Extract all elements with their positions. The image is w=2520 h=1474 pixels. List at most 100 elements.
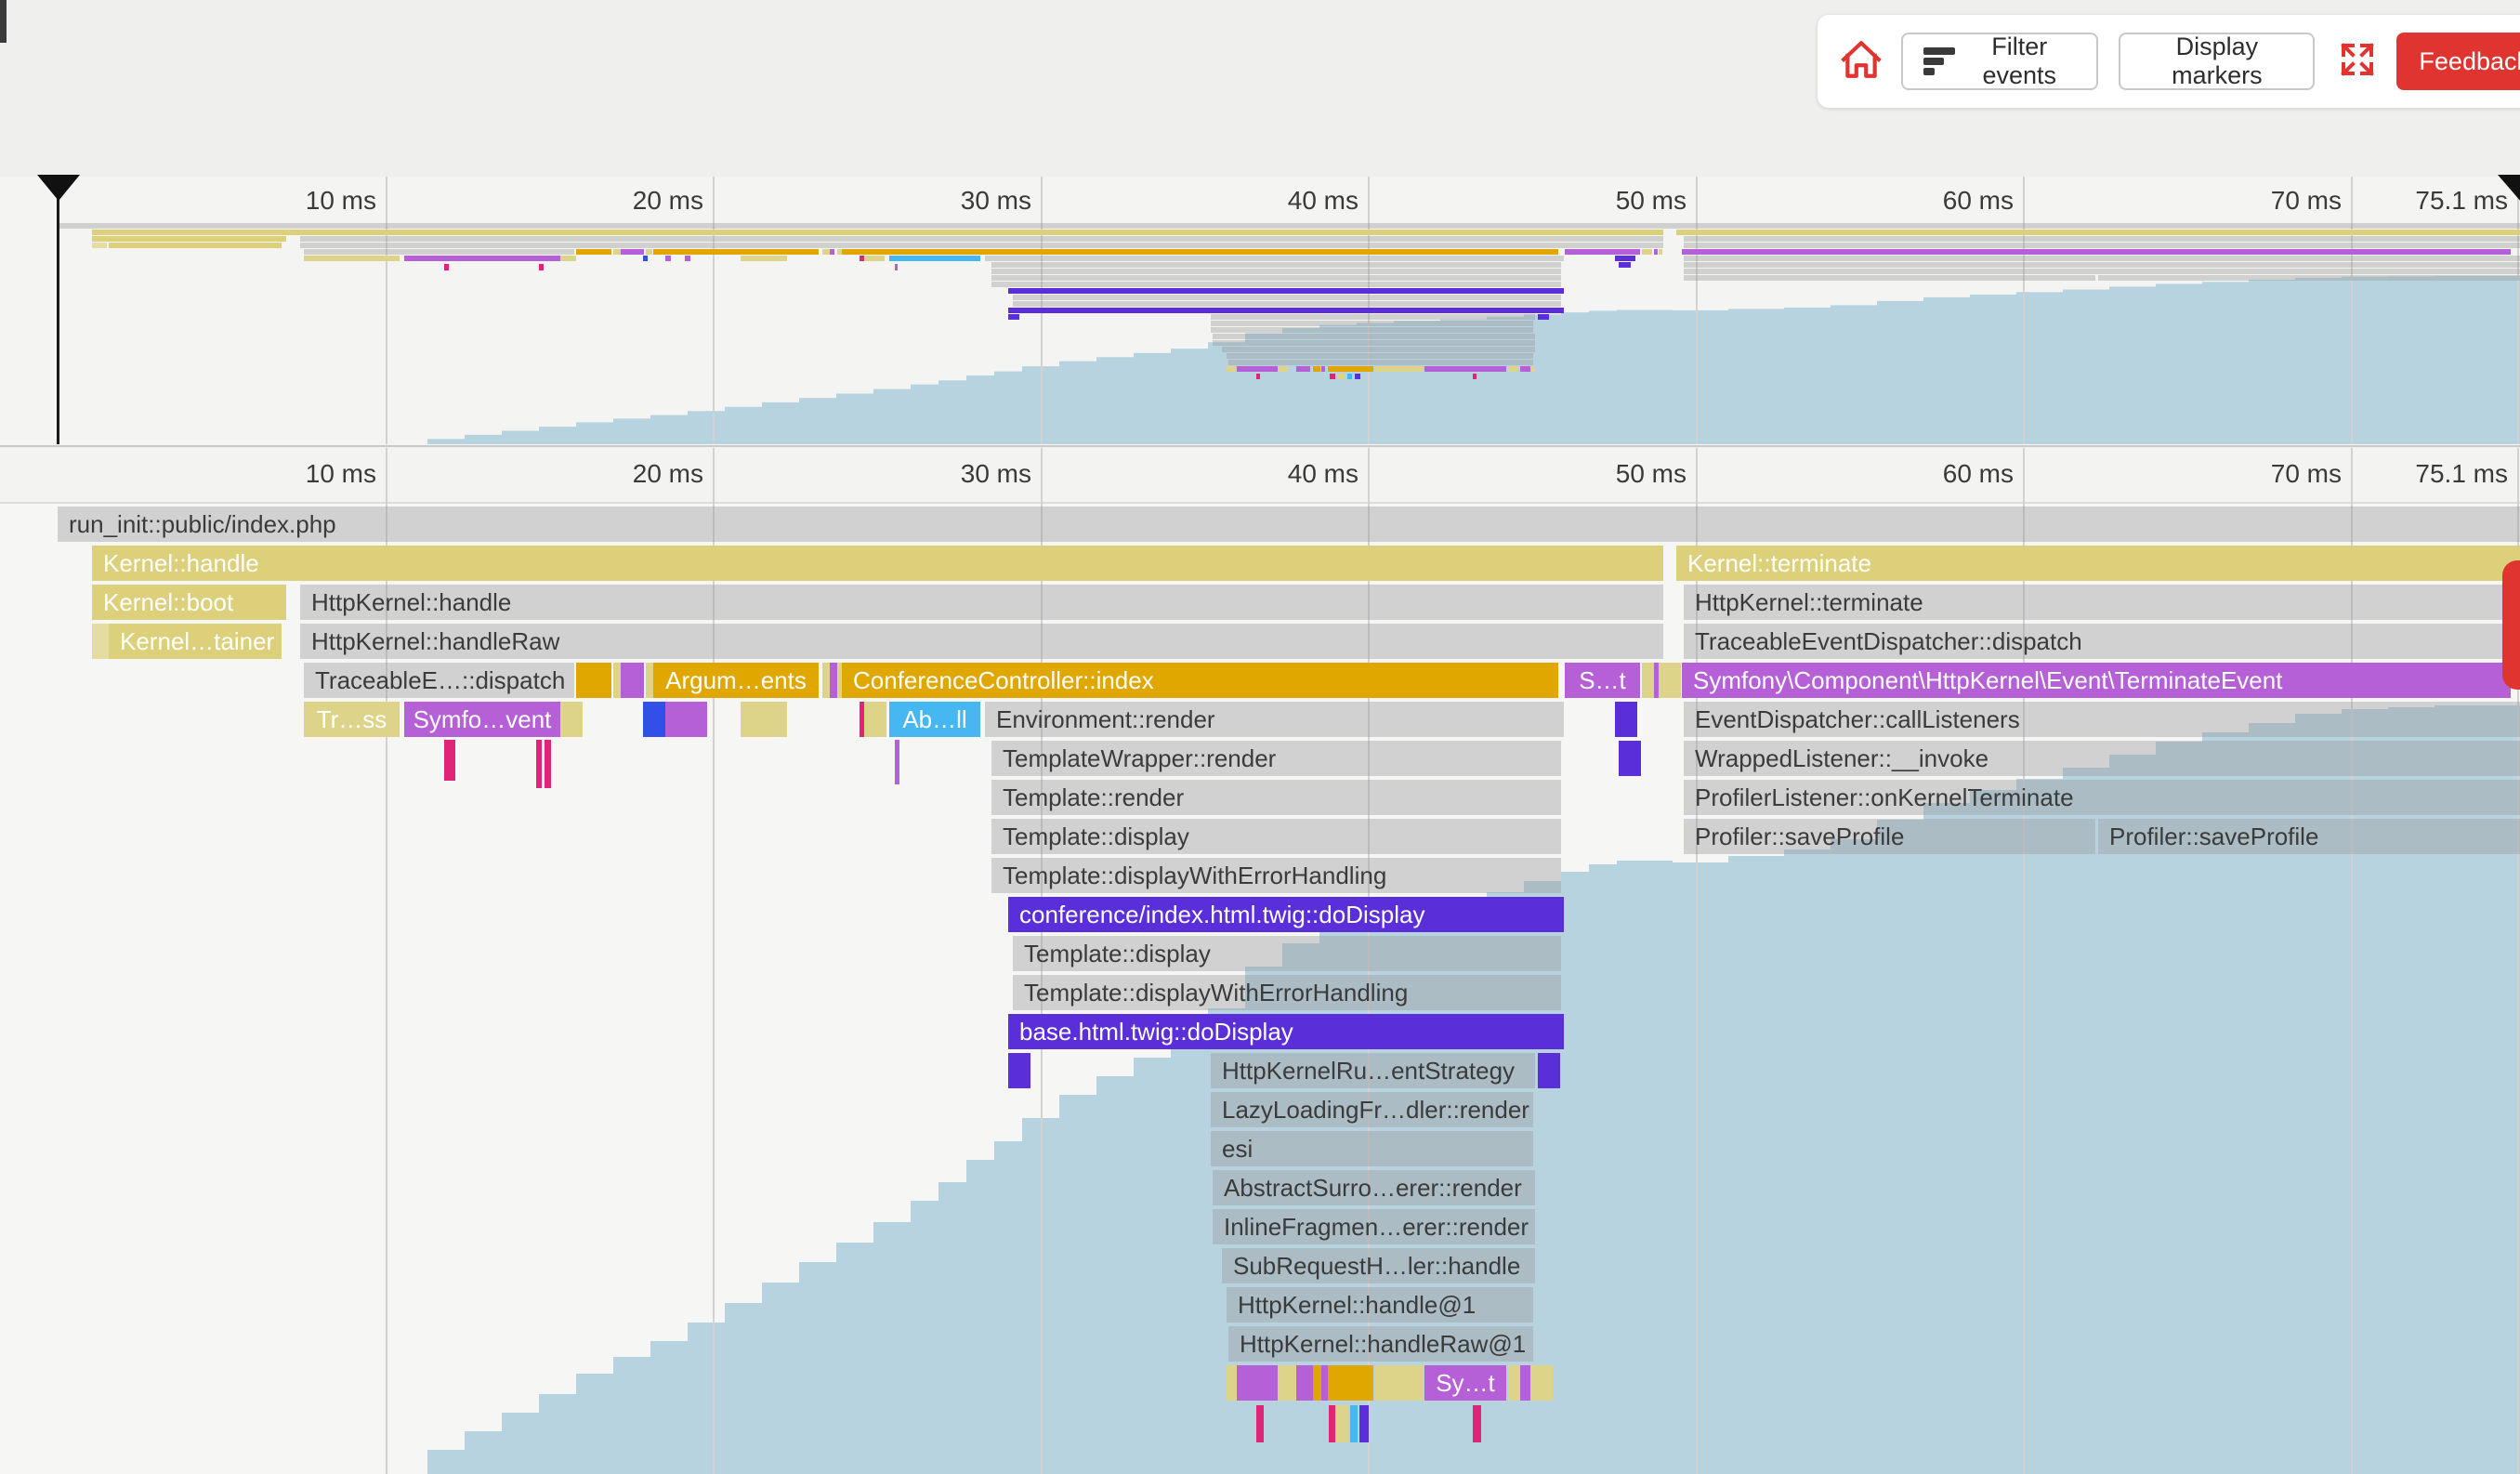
- bar-segment: [1237, 1365, 1278, 1401]
- bar-segment: [1328, 1365, 1373, 1401]
- minimap-event-marker: [1338, 374, 1345, 379]
- bar-templatewrapper-render[interactable]: TemplateWrapper::render: [991, 741, 1561, 776]
- bar-tr-ss[interactable]: Tr…ss: [304, 702, 400, 737]
- bar-httpkernel-handleraw[interactable]: HttpKernel::handleRaw: [300, 624, 1663, 659]
- minimap-bar-profiler-saveprofile: [1684, 275, 2095, 281]
- bar-template-display[interactable]: Template::display: [1013, 936, 1561, 971]
- bar-lazyloadingfr-dler-render[interactable]: LazyLoadingFr…dler::render: [1211, 1092, 1533, 1127]
- bar-segment: [1375, 1365, 1423, 1401]
- ruler-tick-label: 60 ms: [1865, 459, 2014, 489]
- minimap-bar-httpkernel-handleraw-1: [1228, 360, 1533, 365]
- bar-argum-ents[interactable]: Argum…ents: [653, 663, 819, 698]
- bar-traceableeventdispatcher-dispatch[interactable]: TraceableEventDispatcher::dispatch: [1684, 624, 2520, 659]
- minimap-bar-templatewrapper-render: [991, 262, 1561, 268]
- bar-segment: [1538, 1053, 1560, 1088]
- bar-eventdispatcher-calllisteners[interactable]: EventDispatcher::callListeners: [1684, 702, 2520, 737]
- bar-traceablee-dispatch[interactable]: TraceableE…::dispatch: [304, 663, 574, 698]
- bar-kernel-handle[interactable]: Kernel::handle: [92, 546, 1663, 581]
- minimap-bar-template-displaywitherrorhandling: [1013, 301, 1561, 307]
- bar-kernel-terminate[interactable]: Kernel::terminate: [1676, 546, 2520, 581]
- minimap-left-handle-icon[interactable]: [37, 175, 80, 201]
- minimap-tick-label: 70 ms: [2193, 186, 2342, 216]
- minimap-gridline: [1696, 177, 1698, 444]
- minimap-gridline: [713, 177, 715, 444]
- minimap-bar-kernel-terminate: [1676, 230, 2520, 235]
- minimap-bar-segment: [1321, 366, 1325, 372]
- minimap-event-marker: [895, 264, 898, 270]
- minimap-bar-s-t: [1565, 249, 1640, 255]
- bar-run-init-public-index-php[interactable]: run_init::public/index.php: [58, 507, 2520, 542]
- bar-symfony-component-httpkernel-event-terminateevent[interactable]: Symfony\Component\HttpKernel\Event\Termi…: [1682, 663, 2511, 698]
- minimap-tick-label: 30 ms: [883, 186, 1031, 216]
- bar-ab-ll[interactable]: Ab…ll: [889, 702, 980, 737]
- minimap-bar-httpkernel-terminate: [1684, 236, 2520, 242]
- bar-wrappedlistener-invoke[interactable]: WrappedListener::__invoke: [1684, 741, 2520, 776]
- bar-inlinefragmen-erer-render[interactable]: InlineFragmen…erer::render: [1213, 1209, 1535, 1244]
- bar-esi[interactable]: esi: [1211, 1131, 1533, 1166]
- minimap-tick-label: 50 ms: [1538, 186, 1687, 216]
- bar-httpkernel-handle-1[interactable]: HttpKernel::handle@1: [1227, 1287, 1533, 1323]
- ruler-tick-label: 75.1 ms: [2359, 459, 2508, 489]
- minimap-bar-segment: [822, 249, 830, 255]
- minimap-bar-sy-t: [1424, 366, 1506, 372]
- bar-template-render[interactable]: Template::render: [991, 780, 1561, 815]
- bar-conference-index-html-twig-dodisplay[interactable]: conference/index.html.twig::doDisplay: [1008, 897, 1564, 932]
- display-markers-button[interactable]: Display markers: [2119, 33, 2315, 90]
- bar-environment-render[interactable]: Environment::render: [985, 702, 1564, 737]
- event-marker: [444, 740, 455, 781]
- bar-conferencecontroller-index[interactable]: ConferenceController::index: [842, 663, 1558, 698]
- event-marker: [1256, 1405, 1264, 1442]
- bar-segment: [864, 702, 886, 737]
- bar-sy-t[interactable]: Sy…t: [1424, 1365, 1506, 1401]
- minimap-event-marker: [444, 264, 449, 270]
- event-marker: [895, 740, 899, 784]
- minimap-bar-segment: [1008, 314, 1019, 320]
- bar-profiler-saveprofile[interactable]: Profiler::saveProfile: [1684, 819, 2095, 854]
- minimap-bar-segment: [1619, 262, 1631, 268]
- bar-httpkernel-handleraw-1[interactable]: HttpKernel::handleRaw@1: [1228, 1326, 1533, 1362]
- bar-base-html-twig-dodisplay[interactable]: base.html.twig::doDisplay: [1008, 1014, 1564, 1049]
- filter-events-button[interactable]: Filter events: [1901, 33, 2098, 90]
- bar-httpkernel-terminate[interactable]: HttpKernel::terminate: [1684, 585, 2520, 620]
- minimap-gridline: [2351, 177, 2353, 444]
- minimap-event-marker: [1330, 374, 1335, 379]
- fullscreen-icon[interactable]: [2337, 39, 2378, 85]
- ruler-tick-label: 40 ms: [1210, 459, 1358, 489]
- minimap-bar-httpkernelru-entstrategy: [1211, 314, 1535, 320]
- bar-kernel-tainer[interactable]: Kernel…tainer: [109, 624, 282, 659]
- right-edge-scroll-handle[interactable]: [2502, 560, 2520, 690]
- bar-symfo-vent[interactable]: Symfo…vent: [404, 702, 560, 737]
- feedback-button[interactable]: Feedback: [2396, 33, 2520, 90]
- bar-kernel-boot[interactable]: Kernel::boot: [92, 585, 286, 620]
- minimap-bar-segment: [1508, 366, 1517, 372]
- minimap-event-marker: [1355, 374, 1360, 379]
- minimap-bar-environment-render: [985, 256, 1564, 261]
- bar-profilerlistener-onkernelterminate[interactable]: ProfilerListener::onKernelTerminate: [1684, 780, 2520, 815]
- minimap-bar-segment: [1296, 366, 1310, 372]
- ruler-tick-label: 50 ms: [1538, 459, 1687, 489]
- minimap-event-marker: [1473, 374, 1477, 379]
- minimap-bar-segment: [665, 256, 671, 261]
- event-marker: [1329, 1405, 1335, 1442]
- minimap-bar-run-init-public-index-php: [58, 223, 2520, 229]
- minimap-selection-left-line[interactable]: [57, 177, 59, 444]
- bar-profiler-saveprofile[interactable]: Profiler::saveProfile: [2098, 819, 2520, 854]
- bar-subrequesth-ler-handle[interactable]: SubRequestH…ler::handle: [1222, 1248, 1535, 1283]
- minimap-gridline: [2023, 177, 2025, 444]
- event-marker: [545, 740, 551, 788]
- minimap-bar-traceableeventdispatcher-dispatch: [1684, 243, 2520, 248]
- bar-segment: [643, 702, 665, 737]
- bar-abstractsurro-erer-render[interactable]: AbstractSurro…erer::render: [1213, 1170, 1535, 1205]
- bar-template-display[interactable]: Template::display: [991, 819, 1561, 854]
- home-icon[interactable]: [1840, 39, 1883, 85]
- bar-template-displaywitherrorhandling[interactable]: Template::displayWithErrorHandling: [1013, 975, 1561, 1010]
- bar-s-t[interactable]: S…t: [1565, 663, 1640, 698]
- bar-httpkernelru-entstrategy[interactable]: HttpKernelRu…entStrategy: [1211, 1053, 1535, 1088]
- bar-template-displaywitherrorhandling[interactable]: Template::displayWithErrorHandling: [991, 858, 1561, 893]
- event-marker: [1350, 1405, 1358, 1442]
- ruler-tick-label: 10 ms: [228, 459, 376, 489]
- minimap-bar-segment: [1659, 249, 1662, 255]
- minimap-right-handle-icon[interactable]: [2498, 175, 2520, 203]
- bar-httpkernel-handle[interactable]: HttpKernel::handle: [300, 585, 1663, 620]
- minimap-bar-httpkernel-handleraw: [300, 243, 1663, 248]
